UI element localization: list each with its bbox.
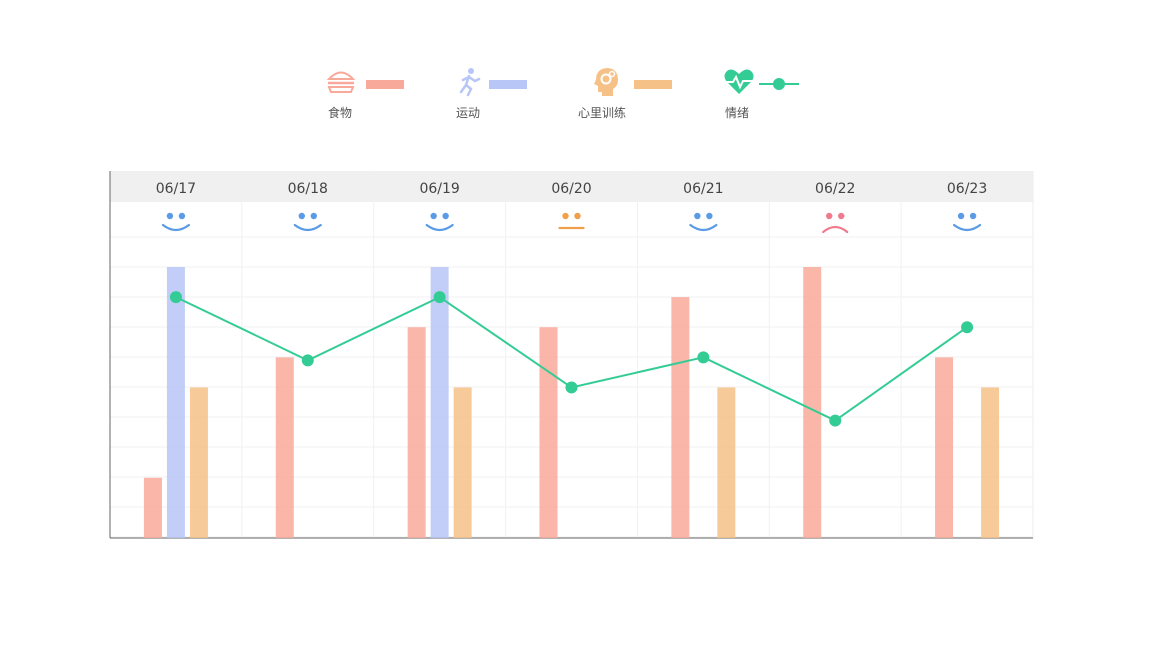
mood-face-sad-eye bbox=[826, 212, 833, 220]
mood-face-happy-mouth bbox=[689, 223, 718, 232]
mood-point-06/21 bbox=[697, 351, 710, 364]
mood-point-06/20 bbox=[565, 381, 578, 394]
mood-face-happy-eye bbox=[706, 212, 713, 220]
mood-face-neutral-eye bbox=[562, 212, 569, 220]
bar-2-06/21 bbox=[717, 387, 736, 538]
date-label: 06/22 bbox=[815, 181, 855, 197]
date-label: 06/21 bbox=[683, 181, 723, 197]
date-label: 06/23 bbox=[947, 181, 987, 197]
mood-face-happy-eye bbox=[166, 212, 174, 220]
mood-face-happy-eye bbox=[178, 212, 186, 220]
mood-face-happy-eye bbox=[298, 212, 305, 220]
mood-face-happy-mouth bbox=[952, 223, 982, 232]
mood-face-happy-eye bbox=[957, 212, 965, 220]
mood-face-happy-mouth bbox=[161, 223, 191, 232]
mood-face-happy-eye bbox=[442, 212, 449, 220]
bar-2-06/19 bbox=[453, 387, 472, 538]
bar-0-06/21 bbox=[671, 297, 690, 538]
bar-2-06/17 bbox=[189, 387, 208, 538]
mood-face-happy-eye bbox=[694, 212, 701, 220]
bar-0-06/20 bbox=[539, 327, 558, 538]
date-label: 06/18 bbox=[288, 181, 328, 197]
mood-point-06/23 bbox=[961, 321, 974, 334]
mood-line bbox=[175, 295, 968, 422]
mood-face-sad-mouth bbox=[822, 225, 849, 234]
bar-0-06/19 bbox=[407, 327, 426, 538]
date-label: 06/19 bbox=[419, 181, 459, 197]
mood-face-happy-mouth bbox=[293, 223, 322, 232]
mood-face-happy-eye bbox=[969, 212, 977, 220]
bar-1-06/17 bbox=[166, 267, 185, 538]
mood-face-happy-mouth bbox=[425, 223, 454, 232]
mood-point-06/17 bbox=[169, 291, 182, 304]
mood-point-06/19 bbox=[433, 291, 446, 304]
bar-0-06/18 bbox=[275, 357, 294, 538]
bar-0-06/17 bbox=[143, 477, 162, 538]
mood-face-happy-eye bbox=[310, 212, 317, 220]
mood-face-happy-eye bbox=[430, 212, 437, 220]
bar-0-06/23 bbox=[935, 357, 954, 538]
bar-0-06/22 bbox=[803, 267, 822, 538]
mood-face-neutral-eye bbox=[574, 212, 581, 220]
bar-2-06/23 bbox=[981, 387, 1000, 538]
chart-area: 06/17 06/18 06/19 06/20 06/21 06/22 06/23 bbox=[109, 171, 1034, 539]
bar-1-06/19 bbox=[430, 267, 449, 538]
date-label: 06/20 bbox=[551, 181, 591, 197]
mood-point-06/22 bbox=[829, 414, 842, 427]
mood-face-sad-eye bbox=[838, 212, 845, 220]
date-label: 06/17 bbox=[156, 181, 196, 197]
mood-point-06/18 bbox=[301, 354, 314, 367]
